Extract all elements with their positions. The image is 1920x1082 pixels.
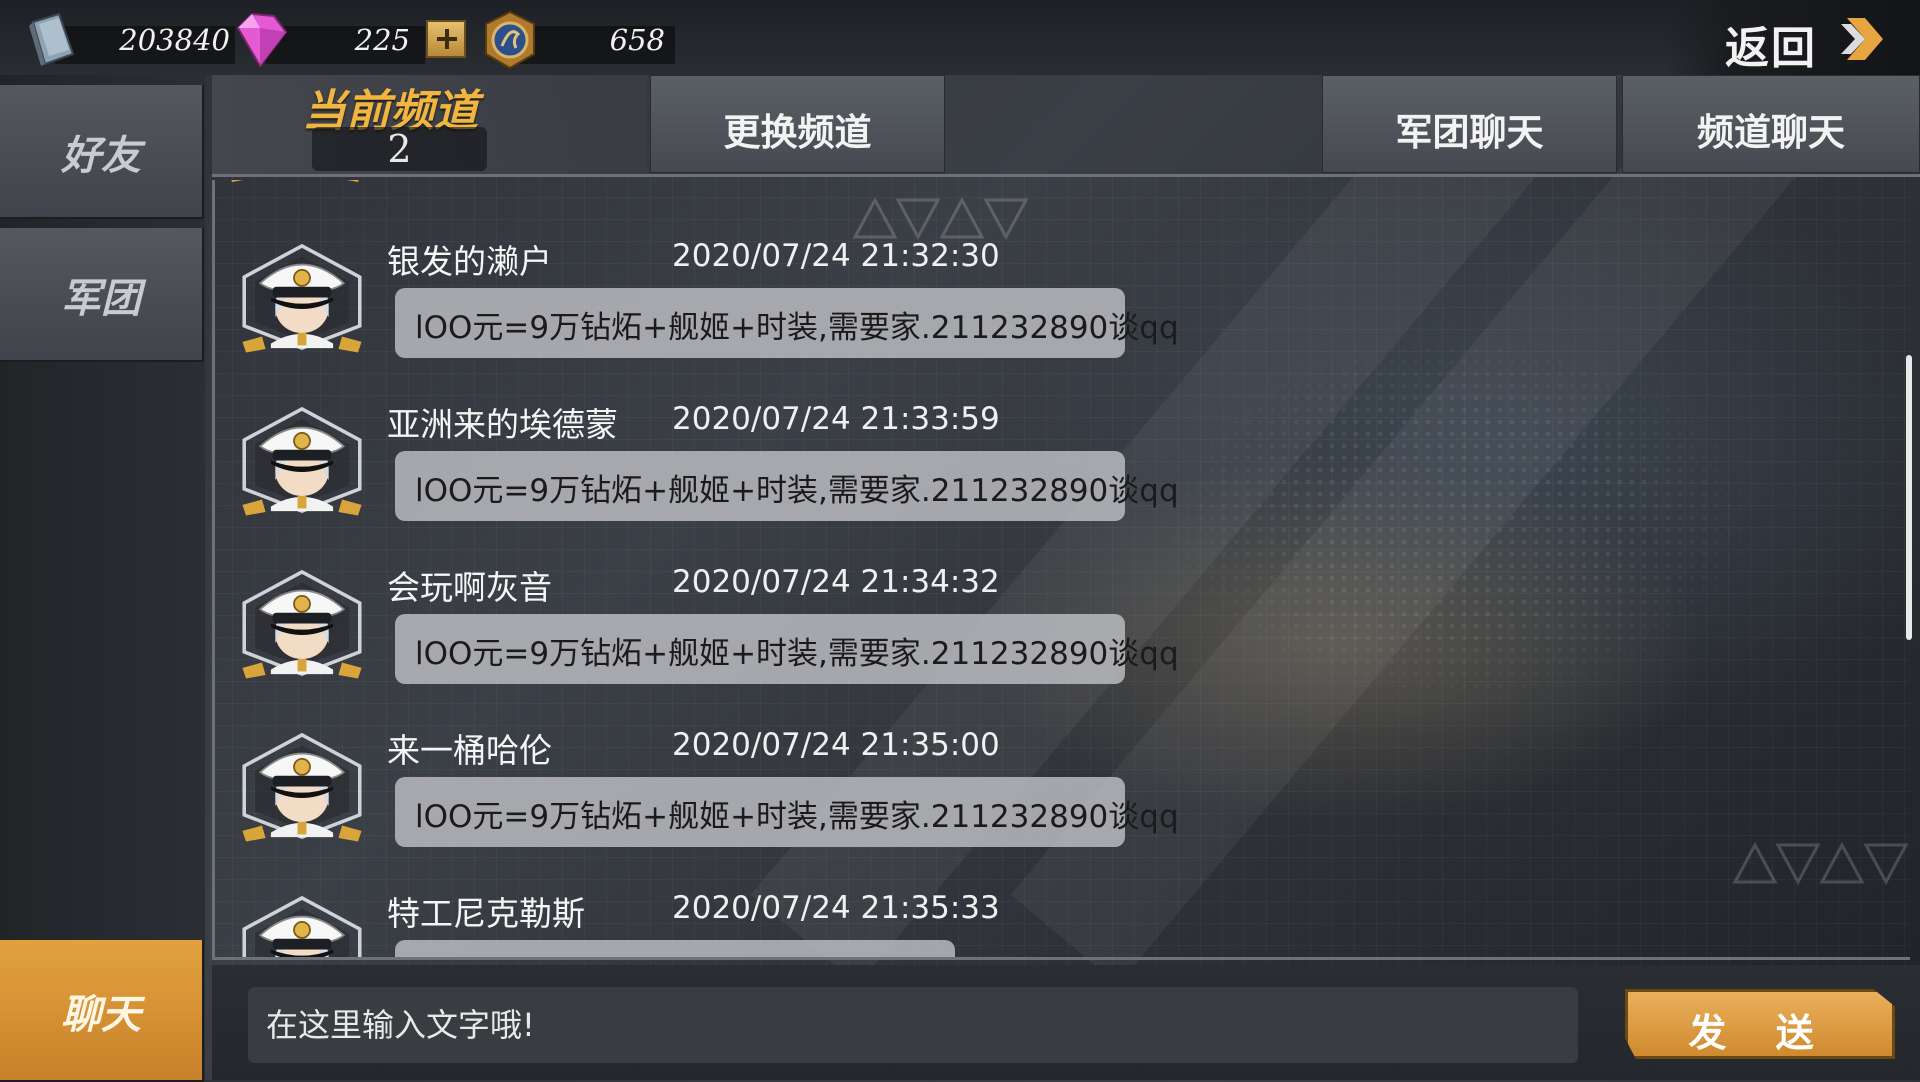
avatar[interactable] [227,889,377,960]
tab-channel-chat-label: 频道聊天 [1697,110,1845,154]
back-button[interactable]: 返回 [1665,0,1920,75]
send-label: 发 送 [1688,1010,1832,1055]
medal-count: 658 [609,23,665,57]
tab-legion-chat-label: 军团聊天 [1395,110,1544,154]
sender-name[interactable]: 亚洲来的埃德蒙 [387,398,618,446]
chat-message: 会玩啊灰音 2020/07/24 21:34:32 lOO元=9万钻炻+舰姬+时… [227,511,1227,684]
message-time: 2020/07/24 21:35:00 [672,727,1000,763]
channel-header: 当前频道 2 更换频道 军团聊天 频道聊天 [212,75,1920,175]
diamond-icon [236,12,288,68]
nav-legion-label: 军团 [61,275,141,322]
chevron-right-icon [1841,18,1883,60]
tab-change-channel[interactable]: 更换频道 [650,75,945,173]
chat-message: 特工尼克勒斯 2020/07/24 21:35:33 [227,837,1227,960]
current-channel-number: 2 [312,127,487,171]
sender-name[interactable]: 来一桶哈伦 [387,724,552,772]
book-icon [29,12,75,66]
message-time: 2020/07/24 21:35:33 [672,890,1000,926]
message-text: lOO元=9万钻炻+舰姬+时装,需要家.211232890谈qq [415,310,1179,346]
medal-icon [485,10,535,70]
chat-message-list[interactable]: 银发的濑户 2020/07/24 21:32:30 lOO元=9万钻炻+舰姬+时… [212,180,1910,960]
chat-input[interactable] [248,987,1578,1063]
chat-input-bar: 发 送 [212,965,1920,1080]
message-time: 2020/07/24 21:34:32 [672,564,1000,600]
resource-bar: 203840 225 658 返回 [0,0,1920,75]
nav-chat-label: 聊天 [61,991,141,1038]
avatar[interactable] [227,726,377,846]
chat-scrollbar[interactable] [1906,355,1912,640]
tab-channel-chat[interactable]: 频道聊天 [1622,75,1920,173]
resource-medal: 658 [480,10,675,70]
sender-name[interactable]: 银发的濑户 [387,235,552,283]
diamond-count: 225 [354,23,410,57]
back-label: 返回 [1725,23,1817,74]
message-time: 2020/07/24 21:32:30 [672,238,1000,274]
book-count: 203840 [119,23,230,57]
sender-name[interactable]: 特工尼克勒斯 [387,887,585,935]
tab-change-channel-label: 更换频道 [723,110,872,154]
nav-legion[interactable]: 军团 [0,228,204,362]
chat-message: 亚洲来的埃德蒙 2020/07/24 21:33:59 lOO元=9万钻炻+舰姬… [227,348,1227,521]
avatar[interactable] [227,400,377,520]
tab-legion-chat[interactable]: 军团聊天 [1322,75,1617,173]
nav-friends-label: 好友 [61,132,141,179]
nav-chat[interactable]: 聊天 [0,940,204,1082]
message-text: lOO元=9万钻炻+舰姬+时装,需要家.211232890谈qq [415,636,1179,672]
avatar[interactable] [227,563,377,683]
header-divider [212,174,1920,177]
current-channel: 当前频道 2 [212,75,647,175]
side-navigation: 好友 军团 聊天 [0,75,205,1082]
add-diamond-button[interactable] [426,20,466,58]
message-text: lOO元=9万钻炻+舰姬+时装,需要家.211232890谈qq [415,799,1179,835]
message-text: lOO元=9万钻炻+舰姬+时装,需要家.211232890谈qq [415,473,1179,509]
message-time: 2020/07/24 21:33:59 [672,401,1000,437]
resource-book: 203840 [25,10,235,68]
nav-friends[interactable]: 好友 [0,85,204,219]
send-button[interactable]: 发 送 [1625,989,1895,1059]
avatar[interactable] [227,237,377,357]
message-bubble [395,940,955,960]
chat-message: 银发的濑户 2020/07/24 21:32:30 lOO元=9万钻炻+舰姬+时… [227,185,1227,358]
chat-message: 来一桶哈伦 2020/07/24 21:35:00 lOO元=9万钻炻+舰姬+时… [227,674,1227,847]
sender-name[interactable]: 会玩啊灰音 [387,561,552,609]
